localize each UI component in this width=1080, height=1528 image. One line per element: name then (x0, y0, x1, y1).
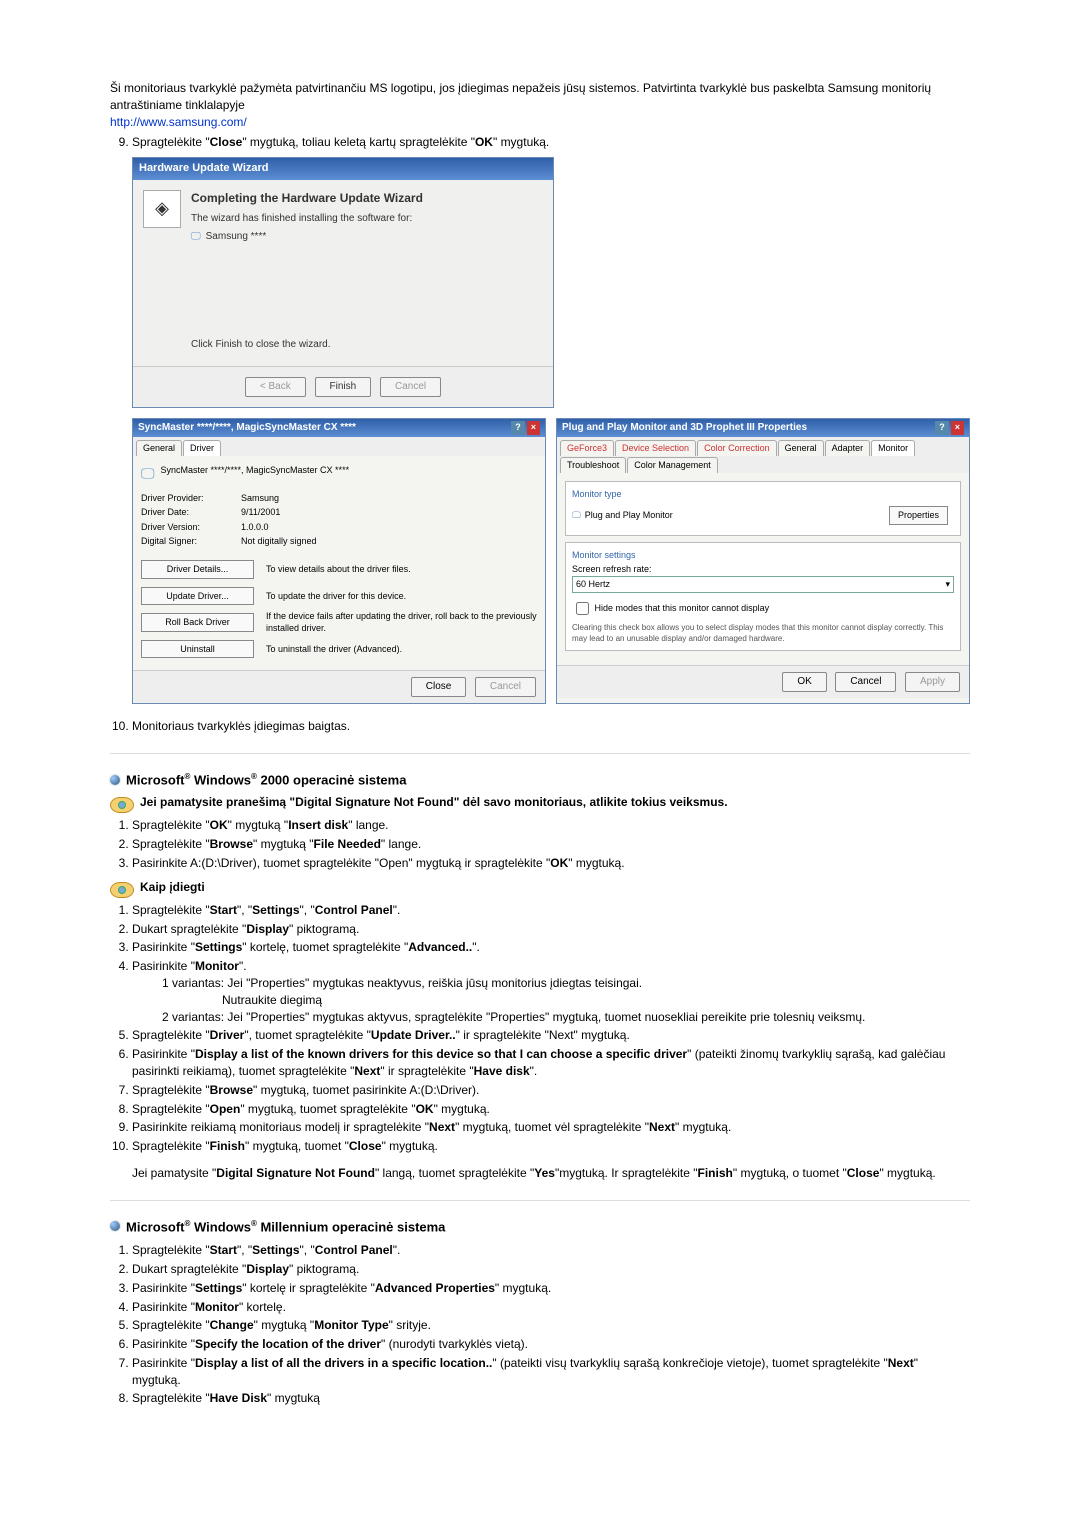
hide-modes-checkbox[interactable] (576, 602, 589, 615)
ok-button[interactable]: OK (782, 672, 826, 692)
list-item: Pasirinkite "Monitor" kortelę. (132, 1299, 970, 1316)
list-item: Spragtelėkite "Start", "Settings", "Cont… (132, 1242, 970, 1259)
tail-note: Jei pamatysite "Digital Signature Not Fo… (132, 1165, 970, 1182)
properties-button[interactable]: Properties (889, 506, 948, 525)
monitor-type-label: Monitor type (572, 488, 954, 501)
list-item: Spragtelėkite "Finish" mygtuką, tuomet "… (132, 1138, 970, 1182)
driver-details-button[interactable]: Driver Details... (141, 560, 254, 579)
warning-text: Jei pamatysite pranešimą "Digital Signat… (140, 795, 728, 809)
uninstall-button[interactable]: Uninstall (141, 640, 254, 659)
list-item: Spragtelėkite "OK" mygtuką "Insert disk"… (132, 817, 970, 834)
monitor-icon: 🖵 (191, 230, 201, 244)
step-9-text: Spragtelėkite "Close" mygtuką, toliau ke… (132, 135, 549, 149)
driver-properties-dialog: SyncMaster ****/****, MagicSyncMaster CX… (132, 418, 546, 704)
eye-icon (110, 882, 134, 898)
samsung-link[interactable]: http://www.samsung.com/ (110, 115, 247, 129)
list-item: Pasirinkite reikiamą monitoriaus modelį … (132, 1119, 970, 1136)
list-item: Pasirinkite "Monitor". 1 variantas: Jei … (132, 958, 970, 1025)
divider (110, 1200, 970, 1201)
tab-monitor[interactable]: Monitor (871, 440, 915, 456)
refresh-rate-select[interactable]: 60 Hertz ▾ (572, 576, 954, 593)
monitor-icon: 🖵 (572, 509, 581, 522)
list-item: Spragtelėkite "Browse" mygtuką "File Nee… (132, 836, 970, 853)
back-button: < Back (245, 377, 306, 397)
tab-color-correction[interactable]: Color Correction (697, 440, 777, 456)
list-item: Spragtelėkite "Open" mygtuką, tuomet spr… (132, 1101, 970, 1118)
list-item: Spragtelėkite "Driver", tuomet spragtelė… (132, 1027, 970, 1044)
wizard-icon: ◈ (143, 190, 181, 228)
divider (110, 753, 970, 754)
update-driver-button[interactable]: Update Driver... (141, 587, 254, 606)
tab-device-selection[interactable]: Device Selection (615, 440, 696, 456)
list-item: Pasirinkite "Settings" kortelę ir spragt… (132, 1280, 970, 1297)
list-item: Spragtelėkite "Change" mygtuką "Monitor … (132, 1317, 970, 1334)
list-item: Spragtelėkite "Start", "Settings", "Cont… (132, 902, 970, 919)
help-icon[interactable]: ? (511, 421, 525, 435)
apply-button: Apply (905, 672, 960, 692)
close-icon[interactable]: × (951, 421, 964, 435)
monitor-icon: 🖵 (141, 464, 155, 484)
device-name: SyncMaster ****/****, MagicSyncMaster CX… (161, 464, 350, 484)
monitor-settings-label: Monitor settings (572, 549, 954, 562)
list-item: Spragtelėkite "Browse" mygtuką, tuomet p… (132, 1082, 970, 1099)
close-icon[interactable]: × (527, 421, 540, 435)
finish-button[interactable]: Finish (315, 377, 372, 397)
driver-dialog-title: SyncMaster ****/****, MagicSyncMaster CX… (138, 421, 356, 435)
tab-general[interactable]: General (136, 440, 182, 456)
hardware-update-wizard: Hardware Update Wizard ◈ Completing the … (132, 157, 554, 408)
tab-general[interactable]: General (778, 440, 824, 456)
step-9: Spragtelėkite "Close" mygtuką, toliau ke… (132, 134, 970, 704)
wizard-note: Click Finish to close the wizard. (191, 338, 423, 352)
cancel-button: Cancel (475, 677, 536, 697)
close-button[interactable]: Close (411, 677, 467, 697)
list-item: Pasirinkite A:(D:\Driver), tuomet spragt… (132, 855, 970, 872)
monitor-dialog-title: Plug and Play Monitor and 3D Prophet III… (562, 421, 807, 435)
wizard-titlebar: Hardware Update Wizard (133, 158, 553, 179)
list-item: Spragtelėkite "Have Disk" mygtuką (132, 1390, 970, 1407)
wizard-heading: Completing the Hardware Update Wizard (191, 190, 423, 207)
tab-driver[interactable]: Driver (183, 440, 221, 456)
bullet-icon (110, 1221, 120, 1231)
list-item: Pasirinkite "Display a list of the known… (132, 1046, 970, 1080)
bullet-icon (110, 775, 120, 785)
intro-text: Ši monitoriaus tvarkyklė pažymėta patvir… (110, 80, 970, 130)
install-heading: Kaip įdiegti (140, 880, 205, 894)
tab-geforce3[interactable]: GeForce3 (560, 440, 614, 456)
chevron-down-icon: ▾ (945, 578, 950, 591)
section-windows-me: Microsoft® Windows® Millennium operacinė… (110, 1219, 970, 1234)
cancel-button[interactable]: Cancel (835, 672, 896, 692)
list-item: Dukart spragtelėkite "Display" piktogram… (132, 921, 970, 938)
tab-adapter[interactable]: Adapter (825, 440, 871, 456)
wizard-line1: The wizard has finished installing the s… (191, 212, 423, 226)
list-item: Pasirinkite "Specify the location of the… (132, 1336, 970, 1353)
monitor-properties-dialog: Plug and Play Monitor and 3D Prophet III… (556, 418, 970, 704)
cancel-button: Cancel (380, 377, 441, 397)
tab-troubleshoot[interactable]: Troubleshoot (560, 457, 626, 473)
wizard-device: Samsung **** (206, 230, 267, 244)
roll-back-button[interactable]: Roll Back Driver (141, 613, 254, 632)
list-item: Dukart spragtelėkite "Display" piktogram… (132, 1261, 970, 1278)
list-item: Pasirinkite "Display a list of all the d… (132, 1355, 970, 1389)
step-10: Monitoriaus tvarkyklės įdiegimas baigtas… (132, 718, 970, 735)
tab-color-management[interactable]: Color Management (627, 457, 718, 473)
help-icon[interactable]: ? (935, 421, 949, 435)
section-windows-2000: Microsoft® Windows® 2000 operacinė siste… (110, 772, 970, 787)
list-item: Pasirinkite "Settings" kortelę, tuomet s… (132, 939, 970, 956)
eye-icon (110, 797, 134, 813)
